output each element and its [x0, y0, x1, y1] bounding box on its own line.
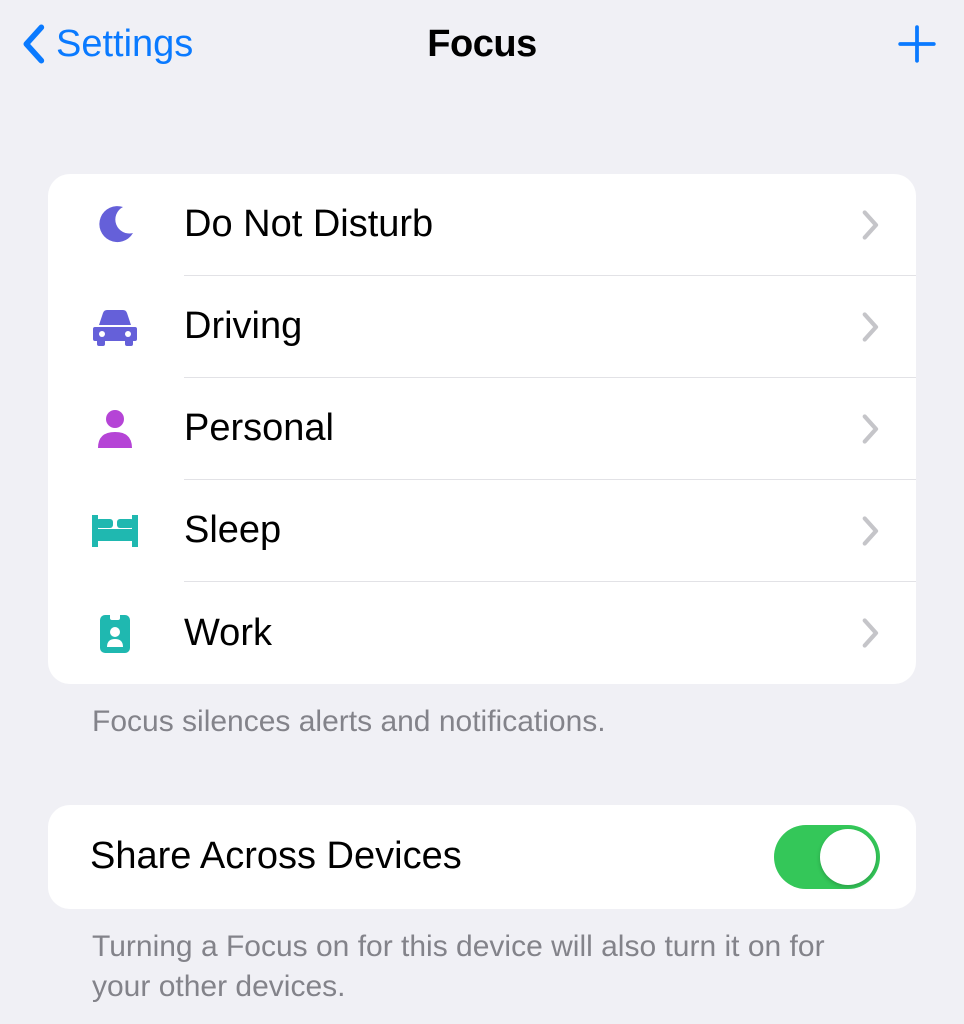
row-work[interactable]: Work: [90, 582, 916, 684]
back-label: Settings: [56, 23, 193, 66]
chevron-right-icon: [862, 312, 880, 342]
moon-icon: [90, 200, 140, 250]
share-devices-group: Share Across Devices: [48, 805, 916, 909]
plus-icon: [896, 23, 938, 65]
focus-modes-list: Do Not Disturb Driving: [48, 174, 916, 684]
bed-icon: [90, 506, 140, 556]
car-icon: [90, 302, 140, 352]
share-toggle[interactable]: [774, 825, 880, 889]
row-sleep[interactable]: Sleep: [90, 480, 916, 582]
page-title: Focus: [427, 23, 536, 66]
badge-icon: [90, 608, 140, 658]
back-button[interactable]: Settings: [20, 23, 193, 66]
row-label: Personal: [184, 407, 862, 450]
chevron-right-icon: [862, 516, 880, 546]
person-icon: [90, 404, 140, 454]
row-label: Sleep: [184, 509, 862, 552]
share-footer-text: Turning a Focus on for this device will …: [48, 909, 916, 1008]
row-label: Do Not Disturb: [184, 203, 862, 246]
toggle-knob: [820, 829, 876, 885]
row-driving[interactable]: Driving: [90, 276, 916, 378]
chevron-right-icon: [862, 618, 880, 648]
modes-footer-text: Focus silences alerts and notifications.: [48, 684, 916, 743]
chevron-right-icon: [862, 414, 880, 444]
row-label: Work: [184, 612, 862, 655]
navigation-bar: Settings Focus: [0, 0, 964, 88]
chevron-left-icon: [20, 24, 46, 64]
row-label: Driving: [184, 305, 862, 348]
row-do-not-disturb[interactable]: Do Not Disturb: [90, 174, 916, 276]
share-label: Share Across Devices: [90, 835, 774, 878]
add-button[interactable]: [890, 17, 944, 71]
row-personal[interactable]: Personal: [90, 378, 916, 480]
chevron-right-icon: [862, 210, 880, 240]
